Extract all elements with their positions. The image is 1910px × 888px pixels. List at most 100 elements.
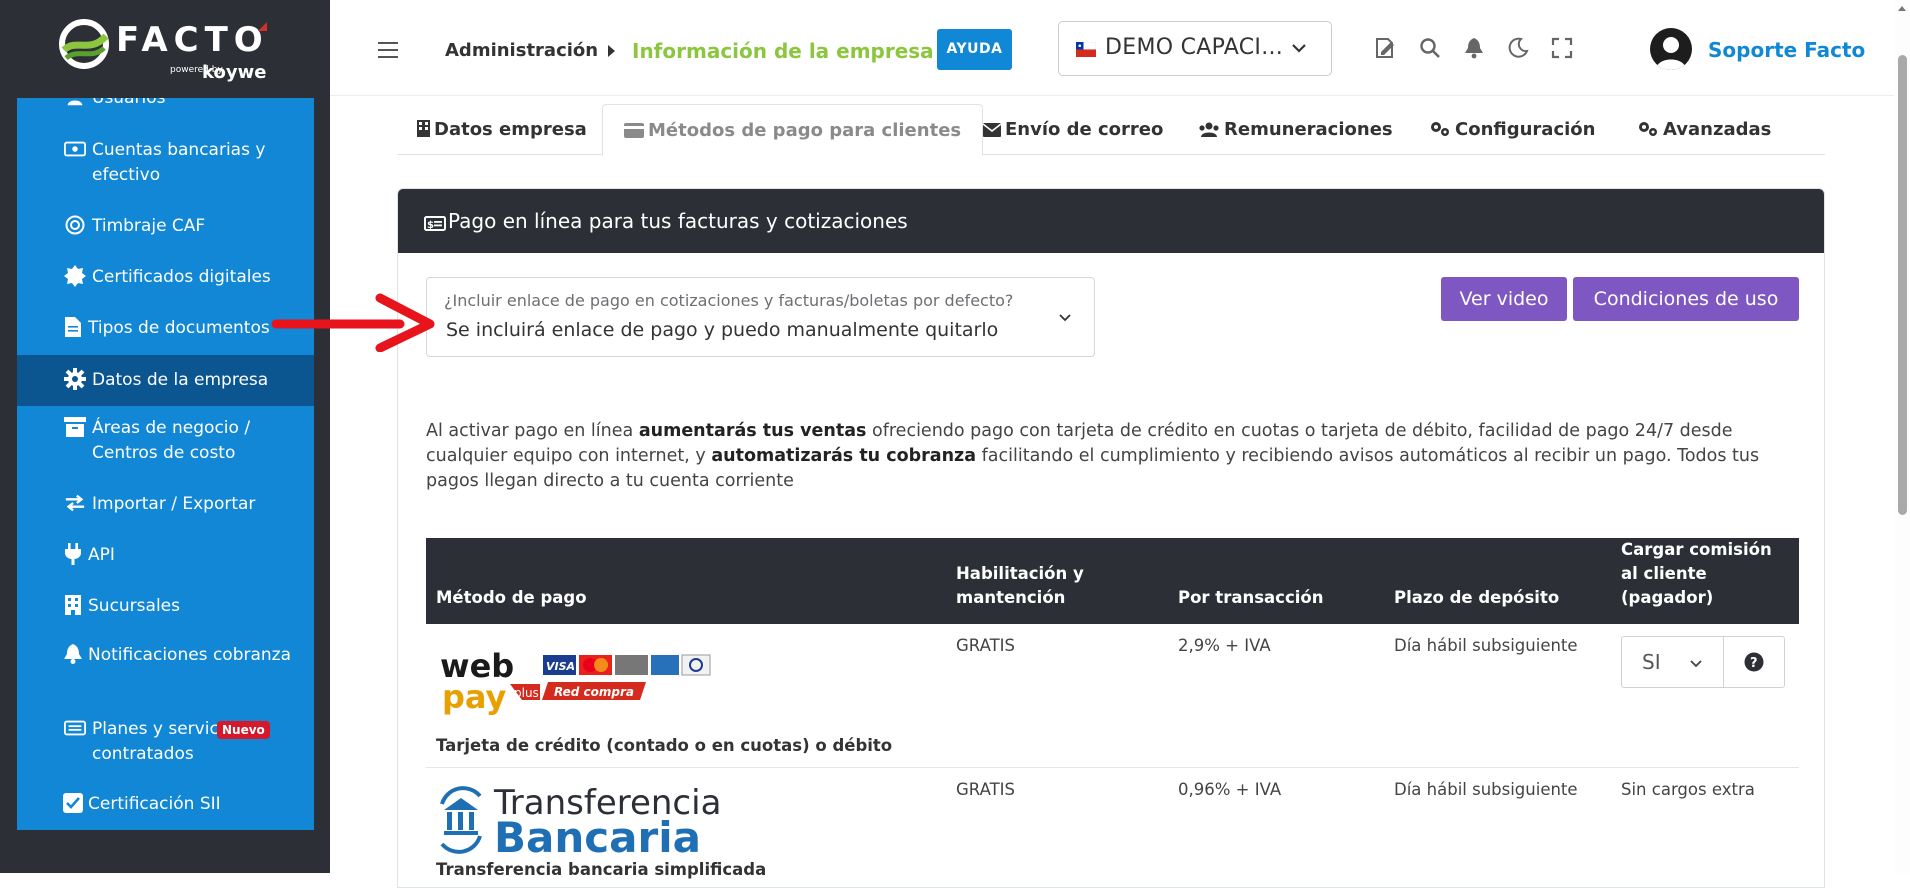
sidebar-item-label: API <box>66 543 314 568</box>
method-name: Transferencia bancaria simplificada <box>436 860 936 879</box>
tab-envio-correo[interactable]: Envío de correo <box>983 104 1163 155</box>
sidebar: FACTO powered by koywe Usuarios Cuentas … <box>0 0 330 873</box>
column-header: Habilitación y mantención <box>946 538 1168 624</box>
stamp-icon <box>64 214 86 236</box>
tab-avanzadas[interactable]: Avanzadas <box>1637 104 1771 155</box>
online-payment-description: Al activar pago en línea aumentarás tus … <box>426 419 1816 494</box>
avatar[interactable] <box>1650 28 1692 70</box>
company-name: DEMO CAPACI... <box>1105 35 1283 60</box>
tab-label: Avanzadas <box>1663 119 1771 140</box>
webpay-logo: web pay plus VISA Red compra <box>436 640 711 716</box>
gears-icon <box>1637 120 1659 137</box>
logo-text: FACTO <box>116 20 269 60</box>
tab-configuracion[interactable]: Configuración <box>1429 104 1595 155</box>
svg-text:$: $ <box>427 220 434 231</box>
money-bill-icon: $ <box>424 216 446 231</box>
breadcrumb-parent[interactable]: Administración <box>445 40 598 61</box>
edit-document-icon[interactable] <box>1374 36 1398 60</box>
charge-commission-select[interactable]: SI <box>1622 637 1724 687</box>
top-bar: Administración Información de la empresa… <box>330 0 1910 96</box>
admin-menu: Usuarios Cuentas bancarias y efectivo Ti… <box>17 98 314 830</box>
watch-video-button[interactable]: Ver video <box>1441 277 1567 321</box>
fullscreen-icon[interactable] <box>1550 36 1574 60</box>
sidebar-item-importar-exportar[interactable]: Importar / Exportar <box>17 492 314 532</box>
sidebar-item-label: Datos de la empresa <box>66 368 314 393</box>
sidebar-item-label: Certificados digitales <box>66 265 314 290</box>
bell-icon[interactable] <box>1462 36 1486 60</box>
chevron-down-icon <box>1291 40 1307 56</box>
archive-icon <box>64 416 86 438</box>
user-name[interactable]: Soporte Facto <box>1708 38 1865 62</box>
sidebar-item-label: Sucursales <box>66 594 314 619</box>
help-button[interactable]: ? <box>1724 637 1784 687</box>
tab-label: Métodos de pago para clientes <box>648 120 961 141</box>
column-header: Método de pago <box>426 538 946 624</box>
gear-icon <box>64 368 86 390</box>
setup-cell: GRATIS <box>946 768 1168 888</box>
table-header-row: Método de pago Habilitación y mantención… <box>426 538 1799 624</box>
column-header: Cargar comisión al cliente (pagador) <box>1611 538 1799 624</box>
sidebar-item-certificacion-sii[interactable]: Certificación SII <box>17 792 314 830</box>
new-badge: Nuevo <box>217 721 270 739</box>
sidebar-item-api[interactable]: API <box>17 543 314 583</box>
sidebar-item-label: Timbraje CAF <box>66 214 314 239</box>
column-header: Plazo de depósito <box>1384 538 1611 624</box>
webpay-logo-plus: plus <box>514 686 539 700</box>
chevron-down-icon <box>1058 311 1072 325</box>
payment-methods-table: Método de pago Habilitación y mantención… <box>426 538 1799 888</box>
sidebar-item-datos-empresa[interactable]: Datos de la empresa <box>17 355 314 406</box>
desc-bold: automatizarás tu cobranza <box>711 446 976 466</box>
table-row: web pay plus VISA Red compra <box>426 624 1799 768</box>
search-icon[interactable] <box>1418 36 1442 60</box>
deposit-cell: Día hábil subsiguiente <box>1384 624 1611 768</box>
tab-datos-empresa[interactable]: Datos empresa <box>417 104 587 155</box>
column-header: Por transacción <box>1168 538 1384 624</box>
tab-remuneraciones[interactable]: Remuneraciones <box>1198 104 1393 155</box>
sidebar-item-areas-negocio[interactable]: Áreas de negocio / Centros de costo <box>17 416 314 471</box>
certificate-icon <box>64 265 86 287</box>
scrollbar-thumb[interactable] <box>1898 55 1907 515</box>
table-row: Transferencia Bancaria Transferencia ban… <box>426 768 1799 888</box>
help-button[interactable]: AYUDA <box>937 29 1012 70</box>
facto-swirl-icon <box>58 18 110 70</box>
company-selector[interactable]: DEMO CAPACI... <box>1058 21 1332 76</box>
plug-icon <box>62 543 84 565</box>
sidebar-item-usuarios[interactable]: Usuarios <box>17 98 314 126</box>
moon-icon[interactable] <box>1506 36 1530 60</box>
check-square-icon <box>62 792 84 814</box>
fee-cell: 2,9% + IVA <box>1168 624 1384 768</box>
sidebar-item-notificaciones[interactable]: Notificaciones cobranza <box>17 643 314 698</box>
charge-commission-value: SI <box>1642 650 1661 674</box>
desc-bold: aumentarás tus ventas <box>639 421 867 441</box>
svg-text:VISA: VISA <box>546 660 575 673</box>
sidebar-item-timbraje[interactable]: Timbraje CAF <box>17 214 314 254</box>
online-payment-card: $Pago en línea para tus facturas y cotiz… <box>397 188 1825 888</box>
gears-icon <box>1429 120 1451 137</box>
facto-logo[interactable]: FACTO powered by koywe <box>58 14 288 82</box>
scroll-up-icon[interactable] <box>1898 6 1906 11</box>
page-scrollbar[interactable] <box>1894 0 1910 873</box>
tab-label: Datos empresa <box>434 119 587 140</box>
building-icon <box>417 120 430 137</box>
bell-icon <box>62 643 84 665</box>
sidebar-item-planes[interactable]: Planes y servicios contratados Nuevo <box>17 717 314 772</box>
users-icon <box>64 98 86 108</box>
fee-cell: 0,96% + IVA <box>1168 768 1384 888</box>
sidebar-item-label: Cuentas bancarias y efectivo <box>66 138 314 188</box>
sidebar-item-label: Áreas de negocio / Centros de costo <box>66 416 314 466</box>
money-bill-icon <box>64 138 86 160</box>
koywe-text: koywe <box>202 62 266 83</box>
terms-of-use-button[interactable]: Condiciones de uso <box>1573 277 1799 321</box>
sidebar-item-sucursales[interactable]: Sucursales <box>17 594 314 634</box>
select-value: Se incluirá enlace de pago y puedo manua… <box>446 319 998 341</box>
webpay-logo-pay: pay <box>442 678 507 716</box>
payment-link-default-select[interactable]: ¿Incluir enlace de pago en cotizaciones … <box>426 277 1095 357</box>
settings-tabs: Datos empresa Métodos de pago para clien… <box>397 104 1825 155</box>
tab-label: Envío de correo <box>1005 119 1163 140</box>
menu-toggle-icon[interactable] <box>378 42 398 58</box>
tab-metodos-pago[interactable]: Métodos de pago para clientes <box>602 104 983 156</box>
credit-card-icon <box>624 123 644 138</box>
select-label: ¿Incluir enlace de pago en cotizaciones … <box>444 291 1013 310</box>
money-bill-icon <box>64 717 86 739</box>
sidebar-item-cuentas[interactable]: Cuentas bancarias y efectivo <box>17 138 314 193</box>
